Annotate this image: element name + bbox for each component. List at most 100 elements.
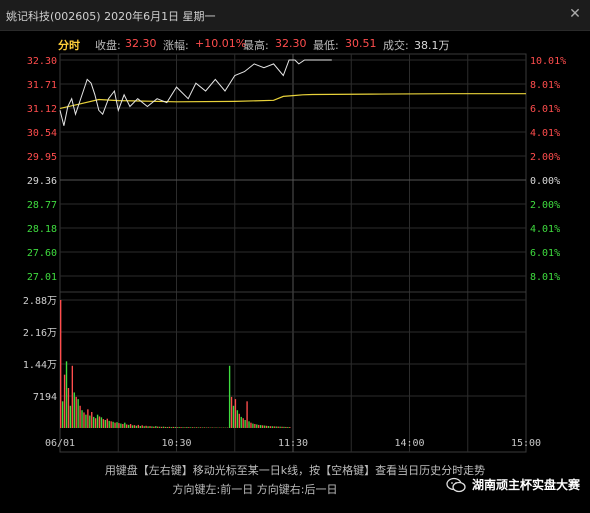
volume-bar: [236, 410, 239, 428]
volume-bar: [234, 399, 237, 428]
volume-bar: [73, 392, 75, 428]
time-tick-label: 14:00: [394, 438, 424, 449]
price-tick-label: 30.54: [27, 128, 57, 139]
volume-tick-label: 2.16万: [23, 328, 57, 339]
volume-bar: [77, 399, 79, 428]
volume-tick-label: 7194: [33, 392, 57, 403]
volume-bar: [147, 426, 149, 428]
percent-tick-label: 8.01%: [530, 272, 560, 283]
percent-tick-label: 2.00%: [530, 200, 560, 211]
close-icon[interactable]: ✕: [568, 7, 582, 21]
volume-bar: [271, 426, 273, 428]
price-tick-label: 27.60: [27, 248, 57, 259]
volume-bar: [259, 425, 262, 428]
price-line: [59, 59, 332, 126]
volume-bar: [69, 405, 72, 428]
volume-bar: [238, 413, 240, 428]
volume-bar: [287, 427, 289, 428]
volume-bar: [281, 426, 283, 428]
volume-bar: [63, 374, 66, 428]
volume-bar: [232, 405, 235, 428]
volume-bar: [153, 426, 155, 428]
volume-bar: [279, 426, 281, 428]
volume-bar: [60, 300, 62, 428]
volume-bar: [180, 427, 182, 428]
window-titlebar: 姚记科技(002605) 2020年6月1日 星期一 ✕: [0, 0, 590, 31]
volume-bar: [102, 419, 105, 428]
volume-bar: [157, 426, 159, 428]
volume-tick-label: 2.88万: [23, 296, 57, 307]
volume-bar: [79, 405, 81, 428]
time-tick-label: 06/01: [45, 438, 75, 449]
volume-bar: [143, 426, 145, 428]
volume-bar: [244, 420, 246, 428]
volume-bar: [139, 426, 141, 428]
volume-bar: [193, 427, 196, 428]
volume-bar: [94, 418, 97, 428]
volume-tick-label: 1.44万: [23, 360, 57, 371]
percent-tick-label: 6.01%: [530, 104, 560, 115]
volume-bar: [116, 422, 118, 428]
price-tick-label: 28.77: [27, 200, 57, 211]
volume-bar: [141, 425, 143, 428]
brand-text: 湖南顽主杯实盘大赛: [471, 478, 580, 492]
volume-bar: [155, 426, 157, 428]
volume-bar: [184, 427, 186, 428]
price-tick-label: 31.12: [27, 104, 57, 115]
price-tick-label: 29.36: [27, 176, 57, 187]
percent-tick-label: 8.01%: [530, 80, 560, 91]
volume-bar: [289, 427, 291, 428]
volume-bar: [106, 418, 108, 428]
volume-bar: [228, 365, 231, 428]
volume-bar: [211, 427, 213, 428]
price-axis-labels: 32.30 31.71 31.12 30.54 29.95 29.36 28.77 28.18…: [27, 56, 57, 283]
volume-bar: [261, 425, 264, 428]
volume-bar: [265, 425, 268, 428]
volume-bar: [277, 426, 279, 428]
volume-bar: [258, 424, 260, 428]
volume-bar: [203, 427, 206, 428]
intraday-chart[interactable]: 32.30 31.71 31.12 30.54 29.95 29.36 28.77 28.18…: [0, 30, 590, 460]
volume-bar: [87, 409, 89, 428]
volume-bar: [176, 427, 178, 428]
volume-bar: [89, 415, 91, 428]
volume-bar: [93, 416, 95, 428]
volume-bar: [246, 401, 248, 428]
volume-bar: [71, 365, 74, 428]
brand-watermark: 湖南顽主杯实盘大赛: [446, 476, 580, 493]
volume-bar: [81, 410, 83, 428]
volume-bar: [201, 427, 204, 428]
volume-bar: [75, 396, 77, 428]
percent-tick-label: 10.01%: [530, 56, 566, 67]
volume-bar: [160, 426, 163, 428]
percent-tick-label: 4.01%: [530, 224, 560, 235]
volume-bar: [164, 426, 167, 428]
volume-bar: [254, 424, 256, 428]
time-axis-labels: 06/01 10:30 11:30 14:00 15:00: [45, 438, 541, 449]
volume-bar: [133, 425, 136, 428]
time-tick-label: 11:30: [278, 438, 308, 449]
volume-bar: [242, 418, 244, 428]
volume-bar: [67, 388, 70, 428]
window-title: 姚记科技(002605) 2020年6月1日 星期一: [6, 10, 216, 23]
volume-bar: [114, 422, 116, 428]
volume-bar: [104, 420, 107, 428]
volume-bar: [263, 425, 266, 428]
volume-bar: [61, 401, 64, 428]
volume-bar: [182, 427, 184, 428]
wechat-icon: [446, 477, 466, 492]
price-tick-label: 31.71: [27, 80, 57, 91]
price-tick-label: 27.01: [27, 272, 57, 283]
volume-bar: [190, 427, 192, 428]
volume-bar: [275, 426, 277, 428]
time-tick-label: 15:00: [511, 438, 541, 449]
volume-bar: [230, 396, 233, 428]
percent-tick-label: 2.00%: [530, 152, 560, 163]
volume-bar: [269, 426, 272, 428]
volume-bar: [85, 414, 87, 428]
volume-bar: [195, 427, 198, 428]
volume-bar: [124, 422, 126, 428]
volume-bar: [110, 421, 112, 428]
volume-bar: [129, 424, 132, 428]
volume-bar: [159, 426, 161, 428]
